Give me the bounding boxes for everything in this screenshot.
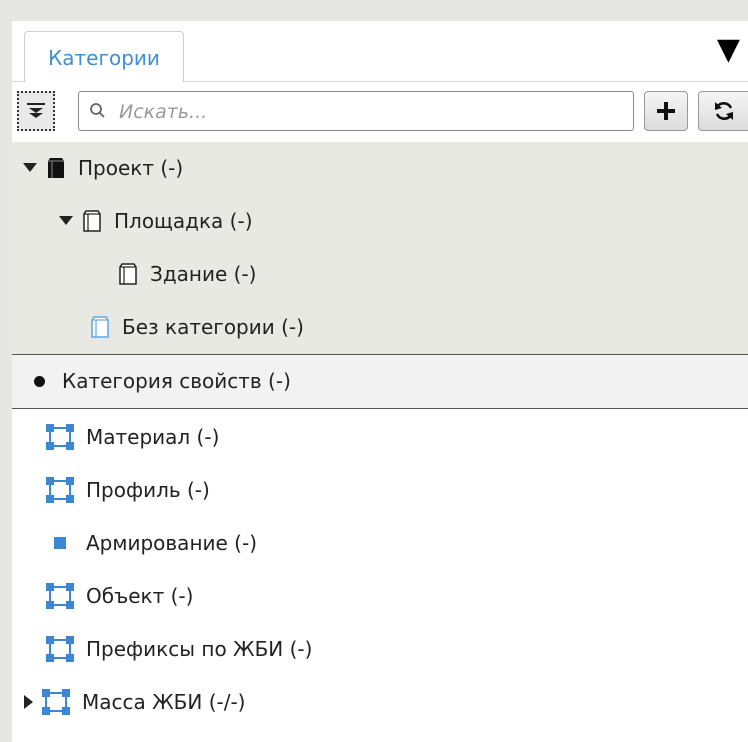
expand-arrow-icon[interactable] [22, 163, 38, 173]
tree-item-label: Армирование (-) [86, 531, 257, 555]
tree-item-uncategorized[interactable]: Без категории (-) [90, 307, 304, 347]
tab-categories[interactable]: Категории [24, 31, 184, 83]
add-button[interactable] [644, 91, 688, 131]
expand-arrow-icon[interactable] [58, 216, 74, 226]
frame-blue-icon [46, 636, 74, 662]
search-icon [90, 103, 105, 118]
square-blue-icon [52, 537, 68, 549]
tree-item-prefixes[interactable]: Префиксы по ЖБИ (-) [46, 629, 312, 669]
tree-item-material[interactable]: Материал (-) [46, 417, 219, 457]
tree-item-label: Профиль (-) [86, 478, 210, 502]
tree-item-label: Префиксы по ЖБИ (-) [86, 637, 313, 661]
frame-blue-icon [46, 583, 74, 609]
bullet-icon [28, 375, 50, 387]
tree-item-project[interactable]: Проект (-) [22, 148, 183, 188]
tree-item-label: Объект (-) [86, 584, 194, 608]
panel-menu-dropdown-icon[interactable]: ▼ [717, 35, 740, 65]
tree-item-label: Категория свойств (-) [62, 369, 291, 393]
plus-icon [657, 102, 675, 120]
tree-hierarchy-section: Проект (-) Площадка (-) Здание (-) Без к… [12, 142, 748, 355]
search-box[interactable] [78, 91, 634, 131]
tree-item-label: Площадка (-) [114, 209, 253, 233]
tree-item-profile[interactable]: Профиль (-) [46, 470, 210, 510]
frame-blue-icon [42, 689, 70, 715]
tree-item-site[interactable]: Площадка (-) [58, 201, 253, 241]
tree-item-label: Без категории (-) [122, 315, 304, 339]
tree-item-mass[interactable]: Масса ЖБИ (-/-) [24, 682, 245, 722]
refresh-icon [714, 102, 733, 120]
toolbar [12, 82, 748, 142]
tree-item-building[interactable]: Здание (-) [118, 254, 256, 294]
tab-bar: Категории ▼ [12, 21, 748, 83]
tree-item-label: Материал (-) [86, 425, 220, 449]
tree-item-label: Здание (-) [150, 262, 257, 286]
expand-arrow-icon[interactable] [24, 695, 36, 709]
property-category-section: Категория свойств (-) [12, 355, 748, 409]
box-filled-icon [46, 156, 66, 180]
box-outline-icon [82, 209, 102, 233]
collapse-all-button[interactable] [17, 91, 55, 131]
tree-item-label: Проект (-) [78, 156, 184, 180]
categories-panel: Категории ▼ Искать... Проект (-) Площадк… [12, 21, 748, 742]
refresh-button[interactable] [698, 91, 748, 131]
frame-blue-icon [46, 477, 74, 503]
tree-item-object[interactable]: Объект (-) [46, 576, 193, 616]
box-outline-icon [118, 262, 138, 286]
tree-item-property-category[interactable]: Категория свойств (-) [28, 361, 291, 401]
tree-item-reinforcement[interactable]: Армирование (-) [52, 523, 257, 563]
box-blue-outline-icon [90, 315, 110, 339]
tree-item-label: Масса ЖБИ (-/-) [82, 690, 246, 714]
frame-blue-icon [46, 424, 74, 450]
search-input[interactable] [117, 95, 621, 129]
collapse-all-icon [27, 103, 45, 118]
